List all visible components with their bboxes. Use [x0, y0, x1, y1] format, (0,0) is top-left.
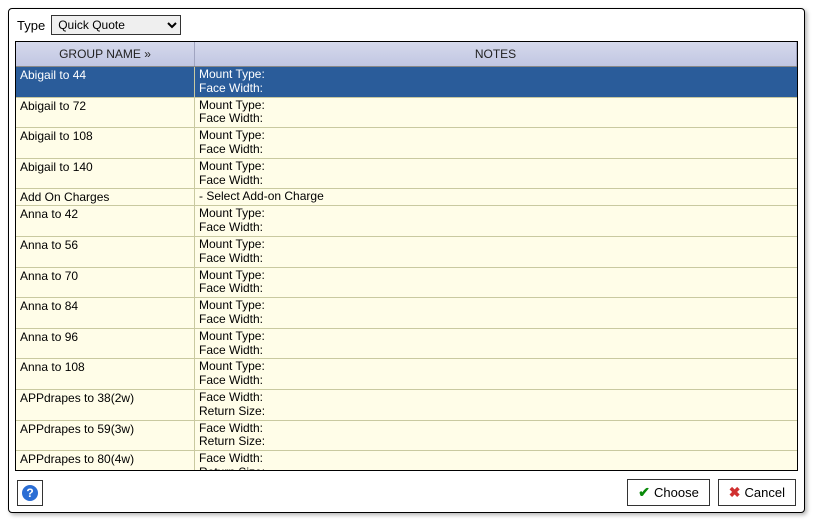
cell-group-name: Abigail to 72: [16, 98, 195, 128]
cell-group-name: Anna to 84: [16, 298, 195, 328]
cell-notes: Mount Type: Face Width:: [195, 67, 797, 97]
cell-group-name: Abigail to 108: [16, 128, 195, 158]
cancel-label: Cancel: [745, 485, 785, 500]
col-header-notes[interactable]: NOTES: [195, 42, 797, 66]
table-row[interactable]: Anna to 96Mount Type: Face Width:: [16, 329, 797, 360]
cell-notes: Mount Type: Face Width:: [195, 128, 797, 158]
cancel-button[interactable]: ✖ Cancel: [718, 479, 796, 506]
col-header-group[interactable]: GROUP NAME »: [16, 42, 195, 66]
table-row[interactable]: Anna to 42Mount Type: Face Width:: [16, 206, 797, 237]
table-row[interactable]: Anna to 84Mount Type: Face Width:: [16, 298, 797, 329]
cell-notes: Mount Type: Face Width:: [195, 329, 797, 359]
cell-notes: Mount Type: Face Width:: [195, 237, 797, 267]
cell-notes: Face Width: Return Size:: [195, 451, 797, 470]
cell-group-name: Abigail to 140: [16, 159, 195, 189]
help-button[interactable]: ?: [17, 480, 43, 506]
help-icon: ?: [22, 485, 38, 501]
table-row[interactable]: Abigail to 72Mount Type: Face Width:: [16, 98, 797, 129]
cell-notes: - Select Add-on Charge: [195, 189, 797, 205]
cell-group-name: Add On Charges: [16, 189, 195, 205]
table-row[interactable]: Anna to 56Mount Type: Face Width:: [16, 237, 797, 268]
cell-notes: Mount Type: Face Width:: [195, 359, 797, 389]
table-row[interactable]: APPdrapes to 59(3w)Face Width: Return Si…: [16, 421, 797, 452]
cell-group-name: Anna to 96: [16, 329, 195, 359]
cell-notes: Mount Type: Face Width:: [195, 159, 797, 189]
cell-group-name: Anna to 70: [16, 268, 195, 298]
type-bar: Type Quick Quote: [9, 9, 804, 39]
cell-group-name: APPdrapes to 38(2w): [16, 390, 195, 420]
cell-group-name: Anna to 108: [16, 359, 195, 389]
table-row[interactable]: APPdrapes to 38(2w)Face Width: Return Si…: [16, 390, 797, 421]
type-select[interactable]: Quick Quote: [51, 15, 181, 35]
table-row[interactable]: Abigail to 108Mount Type: Face Width:: [16, 128, 797, 159]
dialog-window: Type Quick Quote GROUP NAME » NOTES Abig…: [8, 8, 805, 513]
table-row[interactable]: Anna to 108Mount Type: Face Width:: [16, 359, 797, 390]
cell-group-name: APPdrapes to 80(4w): [16, 451, 195, 470]
footer: ? ✔ Choose ✖ Cancel: [9, 473, 804, 512]
check-icon: ✔: [638, 484, 650, 501]
cell-group-name: Anna to 56: [16, 237, 195, 267]
cell-group-name: APPdrapes to 59(3w): [16, 421, 195, 451]
cell-group-name: Abigail to 44: [16, 67, 195, 97]
table-row[interactable]: APPdrapes to 80(4w)Face Width: Return Si…: [16, 451, 797, 470]
cell-notes: Mount Type: Face Width:: [195, 206, 797, 236]
choose-button[interactable]: ✔ Choose: [627, 479, 710, 506]
cell-notes: Face Width: Return Size:: [195, 390, 797, 420]
cell-notes: Mount Type: Face Width:: [195, 268, 797, 298]
table-row[interactable]: Add On Charges- Select Add-on Charge: [16, 189, 797, 206]
table: GROUP NAME » NOTES Abigail to 44Mount Ty…: [15, 41, 798, 471]
table-row[interactable]: Abigail to 140Mount Type: Face Width:: [16, 159, 797, 190]
cell-group-name: Anna to 42: [16, 206, 195, 236]
cell-notes: Mount Type: Face Width:: [195, 98, 797, 128]
table-row[interactable]: Anna to 70Mount Type: Face Width:: [16, 268, 797, 299]
table-body[interactable]: Abigail to 44Mount Type: Face Width:Abig…: [16, 67, 797, 470]
type-label: Type: [17, 18, 45, 33]
x-icon: ✖: [729, 484, 741, 501]
choose-label: Choose: [654, 485, 699, 500]
table-row[interactable]: Abigail to 44Mount Type: Face Width:: [16, 67, 797, 98]
cell-notes: Mount Type: Face Width:: [195, 298, 797, 328]
table-header: GROUP NAME » NOTES: [16, 42, 797, 67]
cell-notes: Face Width: Return Size:: [195, 421, 797, 451]
